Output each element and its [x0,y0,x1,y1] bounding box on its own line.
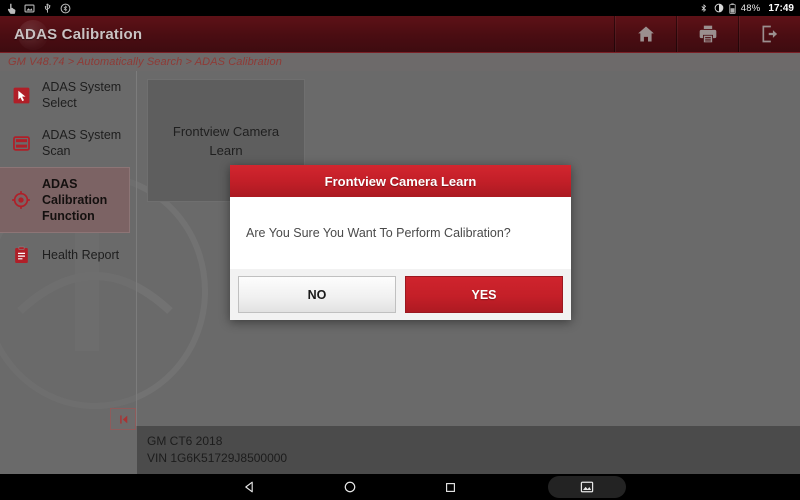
nav-recents-button[interactable] [400,474,500,500]
dialog-message: Are You Sure You Want To Perform Calibra… [246,226,511,240]
no-button[interactable]: NO [238,276,396,313]
dialog-title-text: Frontview Camera Learn [324,173,477,189]
android-nav-bar [0,474,800,500]
tablet-screen: 48% 17:49 ADAS Calibration GM V48.74 > A… [0,0,800,500]
dialog-body: Are You Sure You Want To Perform Calibra… [230,197,571,269]
dialog-actions: NO YES [230,269,571,320]
circle-home-icon [344,481,356,493]
nav-screenshot-button[interactable] [548,476,626,498]
yes-button[interactable]: YES [405,276,563,313]
nav-home-button[interactable] [300,474,400,500]
nav-back-button[interactable] [200,474,300,500]
image-screenshot-icon [580,481,594,493]
modal-overlay: Frontview Camera Learn Are You Sure You … [0,0,800,474]
confirmation-dialog: Frontview Camera Learn Are You Sure You … [230,165,571,320]
square-recents-icon [445,482,455,492]
triangle-back-icon [245,481,253,493]
dialog-title-bar: Frontview Camera Learn [230,165,571,197]
